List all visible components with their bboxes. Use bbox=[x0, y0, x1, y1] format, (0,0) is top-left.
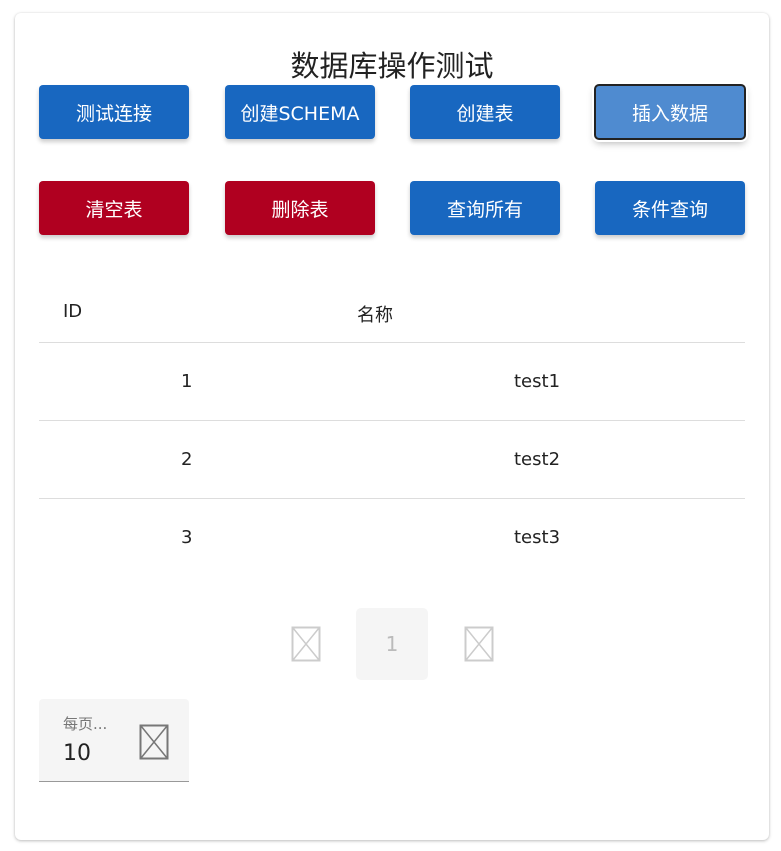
chevron-right-icon bbox=[464, 626, 494, 662]
query-all-button[interactable]: 查询所有 bbox=[410, 181, 560, 235]
drop-table-button[interactable]: 删除表 bbox=[225, 181, 375, 235]
cell-id: 2 bbox=[181, 449, 193, 470]
cell-name: test3 bbox=[514, 527, 561, 548]
cell-name: test2 bbox=[514, 449, 561, 470]
column-header-id[interactable]: ID bbox=[63, 301, 82, 322]
insert-data-button[interactable]: 插入数据 bbox=[594, 84, 746, 140]
clear-table-button[interactable]: 清空表 bbox=[39, 181, 189, 235]
chevron-left-icon bbox=[291, 626, 321, 662]
page-title: 数据库操作测试 bbox=[290, 49, 494, 83]
cell-id: 1 bbox=[181, 371, 193, 392]
table-row: 2 test2 bbox=[39, 420, 745, 498]
cell-id: 3 bbox=[181, 527, 193, 548]
table-row: 3 test3 bbox=[39, 498, 745, 576]
dropdown-arrow-icon bbox=[139, 724, 169, 760]
cell-name: test1 bbox=[514, 371, 561, 392]
create-table-button[interactable]: 创建表 bbox=[410, 85, 560, 139]
previous-page-button[interactable] bbox=[270, 608, 342, 680]
items-per-page-label: 每页... bbox=[63, 715, 108, 733]
conditional-query-button[interactable]: 条件查询 bbox=[595, 181, 745, 235]
next-page-button[interactable] bbox=[443, 608, 515, 680]
page-1-button[interactable]: 1 bbox=[356, 608, 428, 680]
items-per-page-select[interactable]: 每页... 10 bbox=[39, 699, 189, 782]
create-schema-button[interactable]: 创建SCHEMA bbox=[225, 85, 375, 139]
database-test-card: 数据库操作测试 测试连接 创建SCHEMA 创建表 插入数据 清空表 删除表 查… bbox=[15, 13, 769, 840]
items-per-page-value: 10 bbox=[63, 741, 91, 766]
test-connection-button[interactable]: 测试连接 bbox=[39, 85, 189, 139]
column-header-name[interactable]: 名称 bbox=[357, 301, 393, 327]
table-row: 1 test1 bbox=[39, 342, 745, 420]
